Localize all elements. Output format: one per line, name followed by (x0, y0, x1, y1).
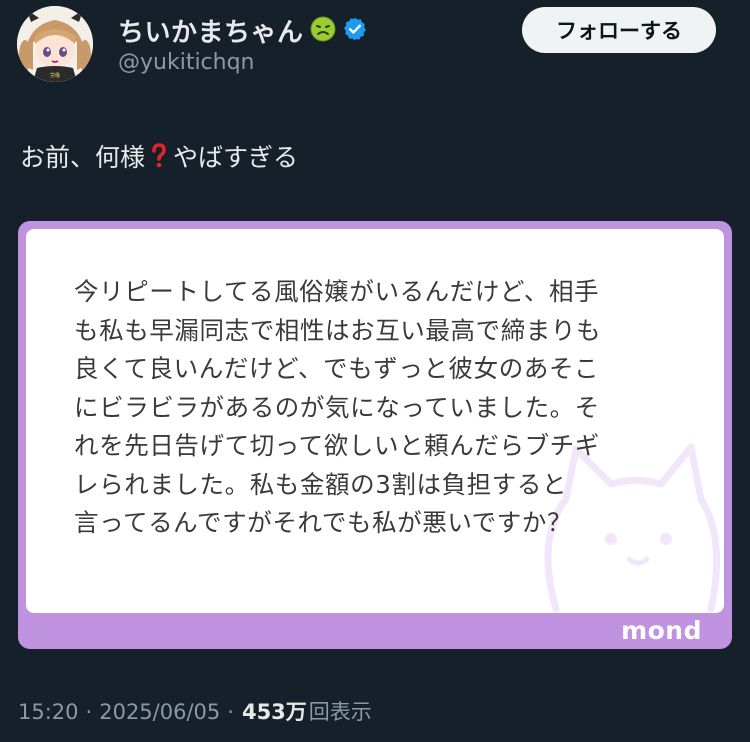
user-handle[interactable]: @yukitichqn (118, 50, 255, 75)
shirt-text: 労働 (50, 72, 60, 79)
tweet-meta: 15:20 · 2025/06/05 · 453万 回表示 (18, 696, 372, 726)
view-count[interactable]: 453万 (242, 696, 307, 726)
tweet-text: お前、何様 やばすぎる (20, 138, 298, 174)
name-row: ちいかまちゃん (118, 12, 368, 49)
card-body: 今リピートしてる風俗嬢がいるんだけど、相手 も私も早漏同志で相性はお互い最高で締… (26, 229, 724, 613)
avatar-image: 労働 (17, 6, 93, 82)
meta-separator: · (227, 700, 234, 724)
follow-button[interactable]: フォローする (522, 7, 716, 53)
mond-card-image[interactable]: 今リピートしてる風俗嬢がいるんだけど、相手 も私も早漏同志で相性はお互い最高で締… (18, 221, 732, 649)
view-count-label: 回表示 (308, 700, 372, 724)
nauseated-face-icon (310, 16, 336, 46)
tweet-text-after: やばすぎる (173, 143, 299, 172)
tweet-date[interactable]: 2025/06/05 (99, 700, 220, 724)
tweet-time[interactable]: 15:20 (18, 700, 79, 724)
red-question-mark-icon (151, 143, 167, 169)
verified-badge-icon[interactable] (342, 16, 368, 46)
question-text: 今リピートしてる風俗嬢がいるんだけど、相手 も私も早漏同志で相性はお互い最高で締… (74, 277, 602, 537)
meta-separator: · (85, 700, 93, 724)
avatar[interactable]: 労働 (17, 6, 93, 82)
tweet-text-before: お前、何様 (20, 143, 146, 172)
display-name[interactable]: ちいかまちゃん (118, 12, 304, 49)
mond-logo: mond (621, 616, 702, 645)
